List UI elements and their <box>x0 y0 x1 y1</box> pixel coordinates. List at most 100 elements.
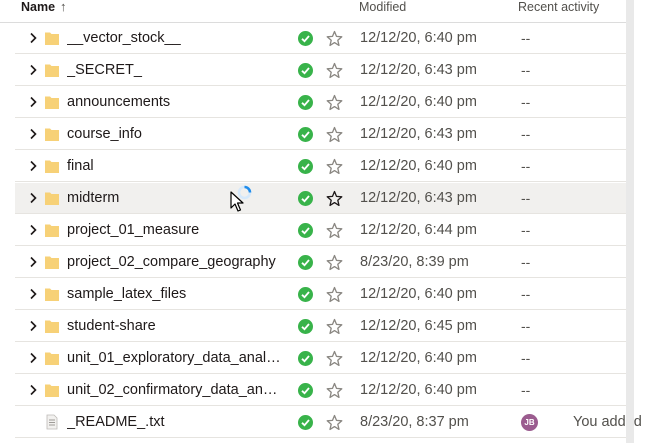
item-name-link[interactable]: _README_.txt <box>67 413 283 431</box>
star-icon[interactable] <box>326 254 343 271</box>
modified-date: 12/12/20, 6:40 pm <box>360 382 477 398</box>
star-icon[interactable] <box>326 190 343 207</box>
chevron-right-icon[interactable] <box>25 382 41 398</box>
chevron-right-icon[interactable] <box>25 126 41 142</box>
recent-activity-text: -- <box>521 158 531 174</box>
star-icon[interactable] <box>326 126 343 143</box>
modified-date: 8/23/20, 8:37 pm <box>360 414 469 430</box>
chevron-right-icon[interactable] <box>25 158 41 174</box>
folder-icon <box>45 32 59 45</box>
folder-row[interactable]: announcements 12/12/20, 6:40 pm -- <box>15 87 626 118</box>
folder-icon <box>45 64 59 77</box>
synced-check-icon <box>298 223 313 238</box>
recent-activity-text: -- <box>521 190 531 206</box>
item-name-link[interactable]: _SECRET_ <box>67 61 283 79</box>
synced-check-icon <box>298 415 313 430</box>
modified-date: 12/12/20, 6:44 pm <box>360 222 477 238</box>
name-column-header[interactable]: Name <box>21 0 55 14</box>
star-icon[interactable] <box>326 30 343 47</box>
recent-activity-text: -- <box>521 254 531 270</box>
mouse-pointer-icon <box>230 191 244 212</box>
recent-activity-text: -- <box>521 286 531 302</box>
recent-activity-text: -- <box>521 222 531 238</box>
chevron-right-icon[interactable] <box>25 190 41 206</box>
text-file-icon <box>46 414 58 430</box>
item-name-link[interactable]: student-share <box>67 317 283 335</box>
sort-ascending-icon[interactable]: ↑ <box>60 0 67 14</box>
star-icon[interactable] <box>326 318 343 335</box>
folder-row[interactable]: midterm 12/12/20, 6:43 pm -- <box>15 183 626 214</box>
item-name-link[interactable]: project_01_measure <box>67 221 283 239</box>
modified-date: 8/23/20, 8:39 pm <box>360 254 469 270</box>
folder-row[interactable]: project_02_compare_geography 8/23/20, 8:3… <box>15 247 626 278</box>
chevron-right-icon[interactable] <box>25 254 41 270</box>
folder-row[interactable]: course_info 12/12/20, 6:43 pm -- <box>15 119 626 150</box>
column-header-row: Name ↑ Modified Recent activity <box>0 0 626 23</box>
chevron-right-icon[interactable] <box>25 350 41 366</box>
star-icon[interactable] <box>326 222 343 239</box>
recent-activity-text: -- <box>521 126 531 142</box>
file-row[interactable]: _README_.txt 8/23/20, 8:37 pm JB You added <box>15 407 642 438</box>
item-name-link[interactable]: announcements <box>67 93 283 111</box>
user-avatar: JB <box>521 414 538 431</box>
folder-icon <box>45 288 59 301</box>
folder-row[interactable]: unit_02_confirmatory_data_an… 12/12/20, 6… <box>15 375 626 406</box>
folder-row[interactable]: project_01_measure 12/12/20, 6:44 pm -- <box>15 215 626 246</box>
folder-icon <box>45 224 59 237</box>
modified-date: 12/12/20, 6:40 pm <box>360 350 477 366</box>
synced-check-icon <box>298 255 313 270</box>
recent-activity-text: -- <box>521 318 531 334</box>
modified-date: 12/12/20, 6:43 pm <box>360 190 477 206</box>
item-name-link[interactable]: final <box>67 157 283 175</box>
chevron-right-icon[interactable] <box>25 62 41 78</box>
chevron-right-icon[interactable] <box>25 318 41 334</box>
folder-row[interactable]: student-share 12/12/20, 6:45 pm -- <box>15 311 626 342</box>
star-icon[interactable] <box>326 350 343 367</box>
chevron-right-icon[interactable] <box>25 286 41 302</box>
item-name-link[interactable]: project_02_compare_geography <box>67 253 283 271</box>
synced-check-icon <box>298 127 313 142</box>
folder-row[interactable]: _SECRET_ 12/12/20, 6:43 pm -- <box>15 55 626 86</box>
item-name-link[interactable]: sample_latex_files <box>67 285 283 303</box>
folder-icon <box>45 320 59 333</box>
folder-row[interactable]: sample_latex_files 12/12/20, 6:40 pm -- <box>15 279 626 310</box>
synced-check-icon <box>298 31 313 46</box>
star-icon[interactable] <box>326 94 343 111</box>
modified-date: 12/12/20, 6:40 pm <box>360 30 477 46</box>
recent-activity-text: -- <box>521 382 531 398</box>
recent-activity-text: -- <box>521 30 531 46</box>
modified-date: 12/12/20, 6:40 pm <box>360 158 477 174</box>
item-name-link[interactable]: course_info <box>67 125 283 143</box>
item-name-link[interactable]: unit_01_exploratory_data_analy… <box>67 349 283 367</box>
modified-date: 12/12/20, 6:45 pm <box>360 318 477 334</box>
star-icon[interactable] <box>326 158 343 175</box>
star-icon[interactable] <box>326 382 343 399</box>
star-icon[interactable] <box>326 286 343 303</box>
item-name-link[interactable]: unit_02_confirmatory_data_an… <box>67 381 283 399</box>
modified-date: 12/12/20, 6:43 pm <box>360 62 477 78</box>
star-icon[interactable] <box>326 414 343 431</box>
item-name-link[interactable]: __vector_stock__ <box>67 29 283 47</box>
recent-activity-column-header[interactable]: Recent activity <box>518 0 599 14</box>
folder-row[interactable]: final 12/12/20, 6:40 pm -- <box>15 151 626 182</box>
folder-row[interactable]: __vector_stock__ 12/12/20, 6:40 pm -- <box>15 23 626 54</box>
folder-icon <box>45 384 59 397</box>
chevron-right-icon[interactable] <box>25 30 41 46</box>
synced-check-icon <box>298 159 313 174</box>
synced-check-icon <box>298 287 313 302</box>
folder-icon <box>45 352 59 365</box>
synced-check-icon <box>298 383 313 398</box>
chevron-right-icon[interactable] <box>25 94 41 110</box>
vertical-scrollbar[interactable] <box>626 0 634 443</box>
chevron-right-icon[interactable] <box>25 222 41 238</box>
star-icon[interactable] <box>326 62 343 79</box>
folder-icon <box>45 256 59 269</box>
folder-icon <box>45 192 59 205</box>
modified-column-header[interactable]: Modified <box>359 0 406 14</box>
synced-check-icon <box>298 191 313 206</box>
modified-date: 12/12/20, 6:40 pm <box>360 286 477 302</box>
folder-icon <box>45 128 59 141</box>
folder-row[interactable]: unit_01_exploratory_data_analy… 12/12/20,… <box>15 343 626 374</box>
synced-check-icon <box>298 319 313 334</box>
modified-date: 12/12/20, 6:40 pm <box>360 94 477 110</box>
